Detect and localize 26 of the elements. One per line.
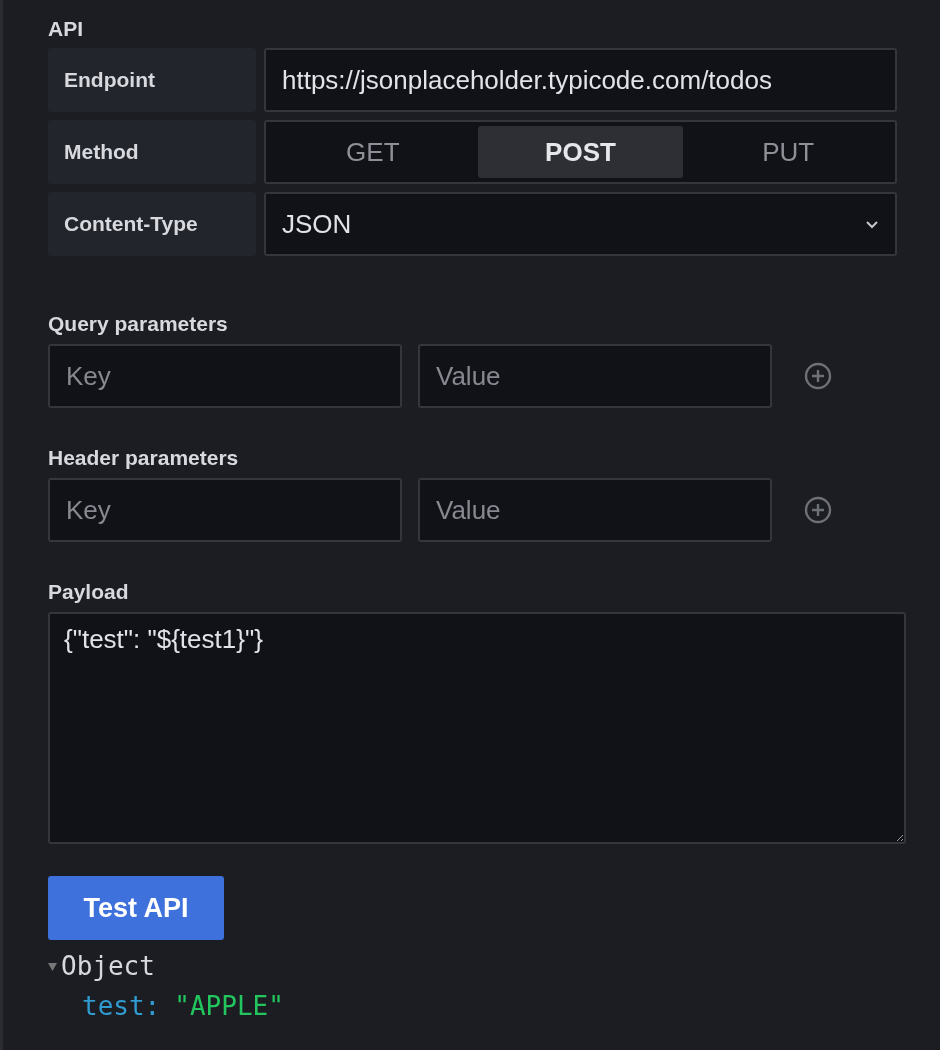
section-label: Payload bbox=[48, 579, 130, 605]
key-input[interactable]: Key bbox=[48, 344, 402, 408]
method-option[interactable]: GET bbox=[270, 126, 476, 178]
section-label: Query parameters bbox=[48, 311, 229, 337]
value-input[interactable]: Value bbox=[418, 344, 772, 408]
test-api-button[interactable]: Test API bbox=[48, 876, 224, 940]
chevron-down-icon bbox=[865, 219, 879, 229]
select-value: JSON bbox=[282, 208, 352, 240]
value-input[interactable]: Value bbox=[418, 478, 772, 542]
endpoint-field[interactable]: https://jsonplaceholder.typicode.com/todos bbox=[264, 48, 897, 112]
add-icon[interactable] bbox=[804, 496, 832, 524]
section-title: API bbox=[48, 16, 84, 42]
field-label: Method bbox=[48, 120, 256, 184]
method-option[interactable]: POST bbox=[477, 126, 684, 178]
content-type-select[interactable]: JSON bbox=[264, 192, 897, 256]
property-value: "APPLE" bbox=[174, 991, 284, 1021]
caret-icon[interactable] bbox=[48, 961, 57, 971]
field-label: Content-Type bbox=[48, 192, 256, 256]
tree-node-label[interactable]: Object bbox=[61, 951, 155, 981]
add-icon[interactable] bbox=[804, 362, 832, 390]
property-key: test: bbox=[82, 991, 161, 1021]
method-option[interactable]: PUT bbox=[685, 126, 891, 178]
field-label: Endpoint bbox=[48, 48, 256, 112]
payload-input[interactable]: {"test": "${test1}"} bbox=[48, 612, 906, 844]
key-input[interactable]: Key bbox=[48, 478, 402, 542]
section-label: Header parameters bbox=[48, 445, 240, 471]
